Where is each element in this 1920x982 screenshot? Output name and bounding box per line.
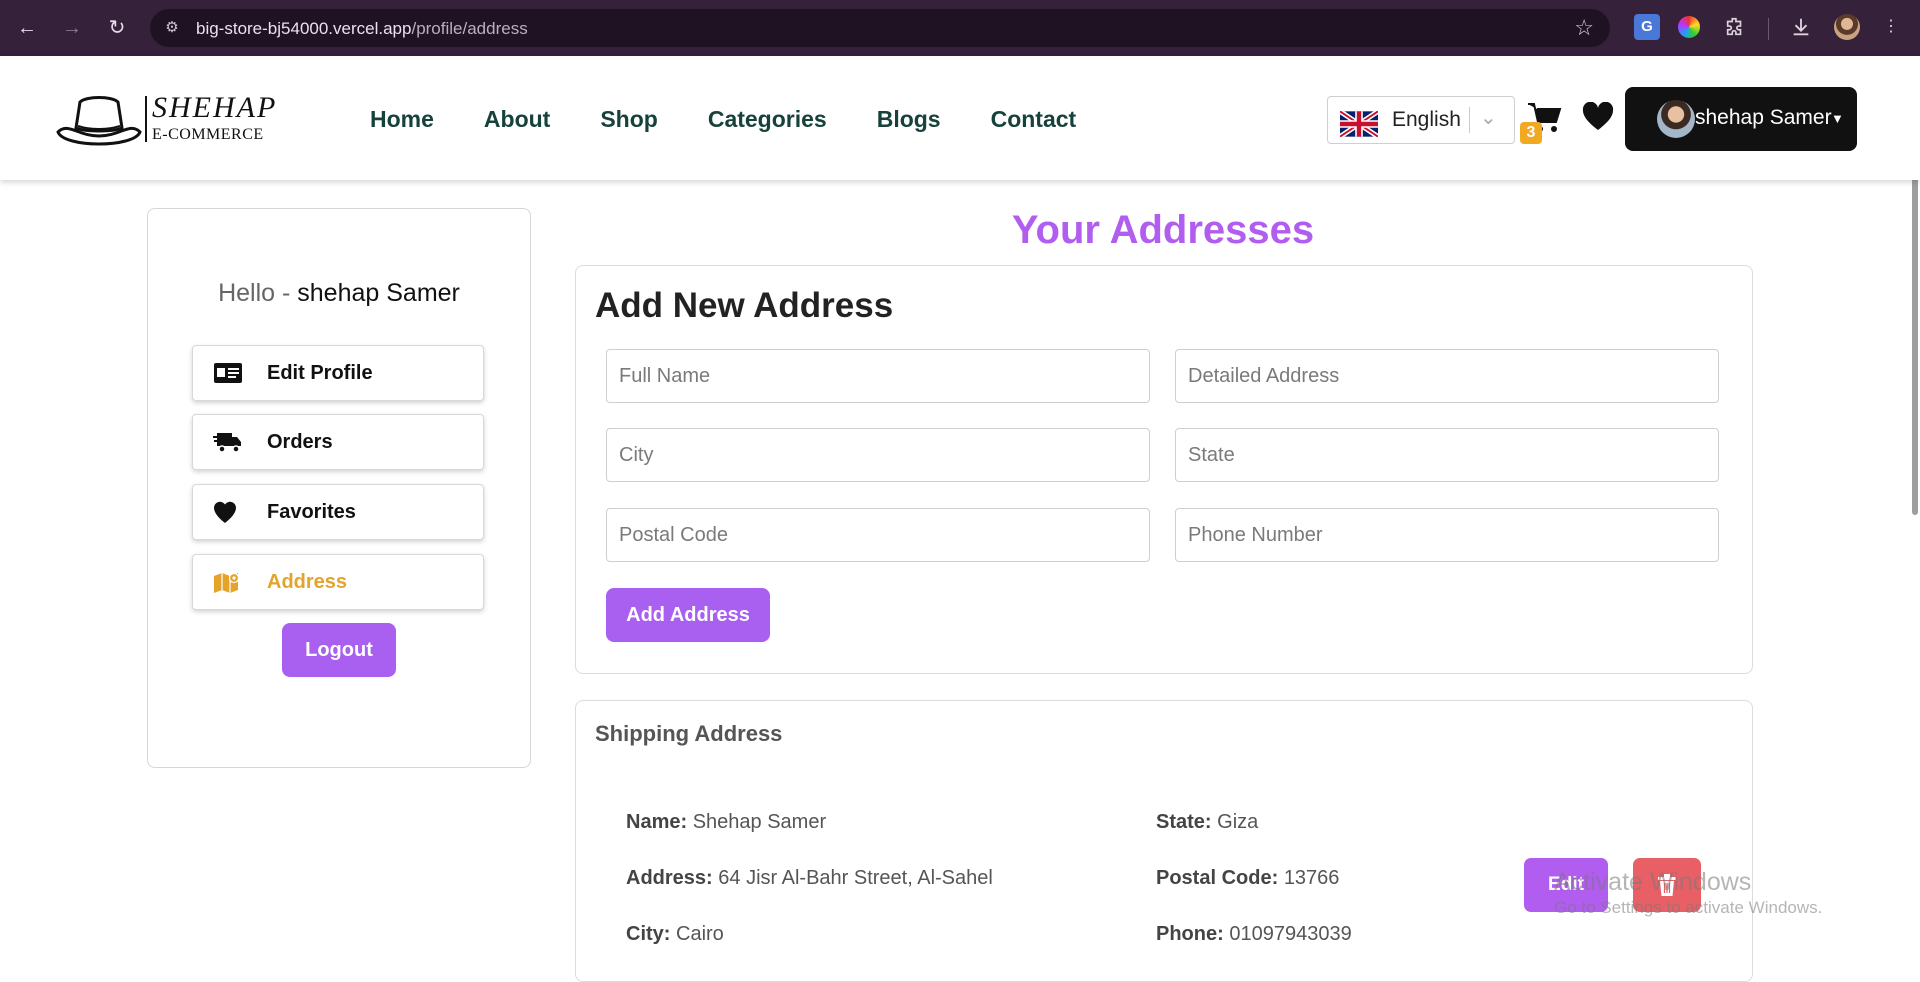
sidebar-item-label: Address	[267, 571, 348, 593]
phone-label: Phone:	[1156, 923, 1224, 945]
chevron-down-icon[interactable]: ⌄	[1480, 105, 1497, 130]
state-value: Giza	[1217, 811, 1259, 833]
greeting-prefix: Hello -	[218, 279, 298, 307]
map-icon	[214, 572, 240, 593]
sidebar-item-edit-profile[interactable]: Edit Profile	[192, 345, 484, 401]
page-title: Your Addresses	[1011, 208, 1315, 252]
download-icon[interactable]	[1788, 14, 1814, 40]
greeting-user-name: shehap Samer	[297, 279, 460, 307]
bookmark-star-icon[interactable]: ☆	[1574, 15, 1594, 41]
id-card-icon	[214, 363, 242, 383]
shipping-city: City: Cairo	[626, 923, 724, 946]
state-label: State:	[1156, 811, 1212, 833]
caret-down-icon: ▼	[1831, 111, 1844, 126]
shipping-state: State: Giza	[1156, 811, 1258, 834]
extensions-puzzle-icon[interactable]	[1722, 14, 1748, 40]
nav-categories[interactable]: Categories	[708, 106, 827, 133]
select-separator	[1469, 107, 1470, 133]
forward-icon[interactable]: →	[58, 14, 86, 42]
postal-label: Postal Code:	[1156, 867, 1279, 889]
sidebar-item-orders[interactable]: Orders	[192, 414, 484, 470]
browser-menu-icon[interactable]: ⋮	[1878, 14, 1904, 40]
nav-blogs[interactable]: Blogs	[877, 106, 941, 133]
site-header: SHEHAP E-COMMERCE Home About Shop Catego…	[0, 56, 1920, 180]
nav-home[interactable]: Home	[370, 106, 434, 133]
hat-logo-icon	[56, 96, 142, 146]
back-icon[interactable]: ←	[13, 14, 41, 42]
heart-icon[interactable]	[1582, 102, 1614, 132]
postal-code-input[interactable]	[606, 508, 1150, 562]
url-path: /profile/address	[411, 19, 528, 38]
user-name: shehap Samer	[1695, 106, 1832, 129]
sidebar-item-label: Orders	[267, 431, 333, 453]
shipping-heading: Shipping Address	[595, 721, 783, 746]
shipping-postal-code: Postal Code: 13766	[1156, 867, 1339, 890]
brand-logo[interactable]: SHEHAP E-COMMERCE	[56, 92, 308, 152]
address-bar[interactable]: ⚙ big-store-bj54000.vercel.app/profile/a…	[150, 9, 1610, 47]
address-value: 64 Jisr Al-Bahr Street, Al-Sahel	[718, 867, 993, 889]
name-value: Shehap Samer	[692, 811, 827, 833]
name-label: Name:	[626, 811, 688, 833]
nav-shop[interactable]: Shop	[600, 106, 658, 133]
activate-windows-watermark: Activate Windows	[1554, 868, 1752, 896]
logo-divider	[145, 96, 147, 142]
sidebar-item-favorites[interactable]: Favorites	[192, 484, 484, 540]
google-translate-icon[interactable]: G	[1634, 14, 1660, 40]
sidebar-item-label: Edit Profile	[267, 362, 373, 384]
greeting: Hello - shehap Samer	[148, 279, 530, 308]
city-label: City:	[626, 923, 671, 945]
browser-profile-avatar[interactable]	[1834, 14, 1860, 40]
add-address-form: Add New Address Add Address	[575, 265, 1753, 674]
logo-subtitle: E-COMMERCE	[152, 126, 264, 143]
user-menu-button[interactable]: shehap Samer ▼	[1625, 87, 1857, 151]
shipping-phone: Phone: 01097943039	[1156, 923, 1352, 946]
add-address-button[interactable]: Add Address	[606, 588, 770, 642]
logout-button[interactable]: Logout	[282, 623, 396, 677]
heart-icon	[214, 501, 236, 523]
shipping-address-card: Shipping Address Name: Shehap Samer Addr…	[575, 700, 1753, 982]
postal-value: 13766	[1283, 867, 1340, 889]
site-settings-icon[interactable]: ⚙	[162, 18, 182, 38]
nav-contact[interactable]: Contact	[991, 106, 1077, 133]
user-avatar	[1657, 100, 1695, 138]
shipping-name: Name: Shehap Samer	[626, 811, 826, 834]
language-select[interactable]: English ⌄	[1327, 96, 1515, 144]
form-heading: Add New Address	[595, 286, 894, 325]
sidebar-item-label: Favorites	[267, 501, 356, 523]
activate-windows-subtitle: Go to Settings to activate Windows.	[1554, 898, 1823, 917]
url-text[interactable]: big-store-bj54000.vercel.app/profile/add…	[196, 19, 528, 39]
logo-name: SHEHAP	[152, 91, 278, 124]
page-scrollbar[interactable]	[1912, 155, 1918, 515]
phone-value: 01097943039	[1229, 923, 1352, 945]
toolbar-divider	[1768, 18, 1769, 40]
color-picker-extension-icon[interactable]	[1678, 16, 1700, 38]
nav-about[interactable]: About	[484, 106, 550, 133]
detailed-address-input[interactable]	[1175, 349, 1719, 403]
sidebar-item-address[interactable]: Address	[192, 554, 484, 610]
language-label: English	[1392, 108, 1461, 131]
truck-icon	[213, 433, 241, 453]
state-input[interactable]	[1175, 428, 1719, 482]
uk-flag-icon	[1340, 111, 1378, 137]
phone-number-input[interactable]	[1175, 508, 1719, 562]
city-input[interactable]	[606, 428, 1150, 482]
shipping-address: Address: 64 Jisr Al-Bahr Street, Al-Sahe…	[626, 867, 993, 890]
url-host: big-store-bj54000.vercel.app	[196, 19, 412, 38]
city-value: Cairo	[676, 923, 724, 945]
full-name-input[interactable]	[606, 349, 1150, 403]
address-label: Address:	[626, 867, 713, 889]
reload-icon[interactable]: ↻	[103, 14, 131, 42]
cart-count-badge: 3	[1520, 122, 1542, 144]
browser-toolbar: ← → ↻ ⚙ big-store-bj54000.vercel.app/pro…	[0, 0, 1920, 56]
profile-sidebar: Hello - shehap Samer Edit Profile Orders…	[147, 208, 531, 768]
main-nav: Home About Shop Categories Blogs Contact	[370, 106, 1126, 133]
